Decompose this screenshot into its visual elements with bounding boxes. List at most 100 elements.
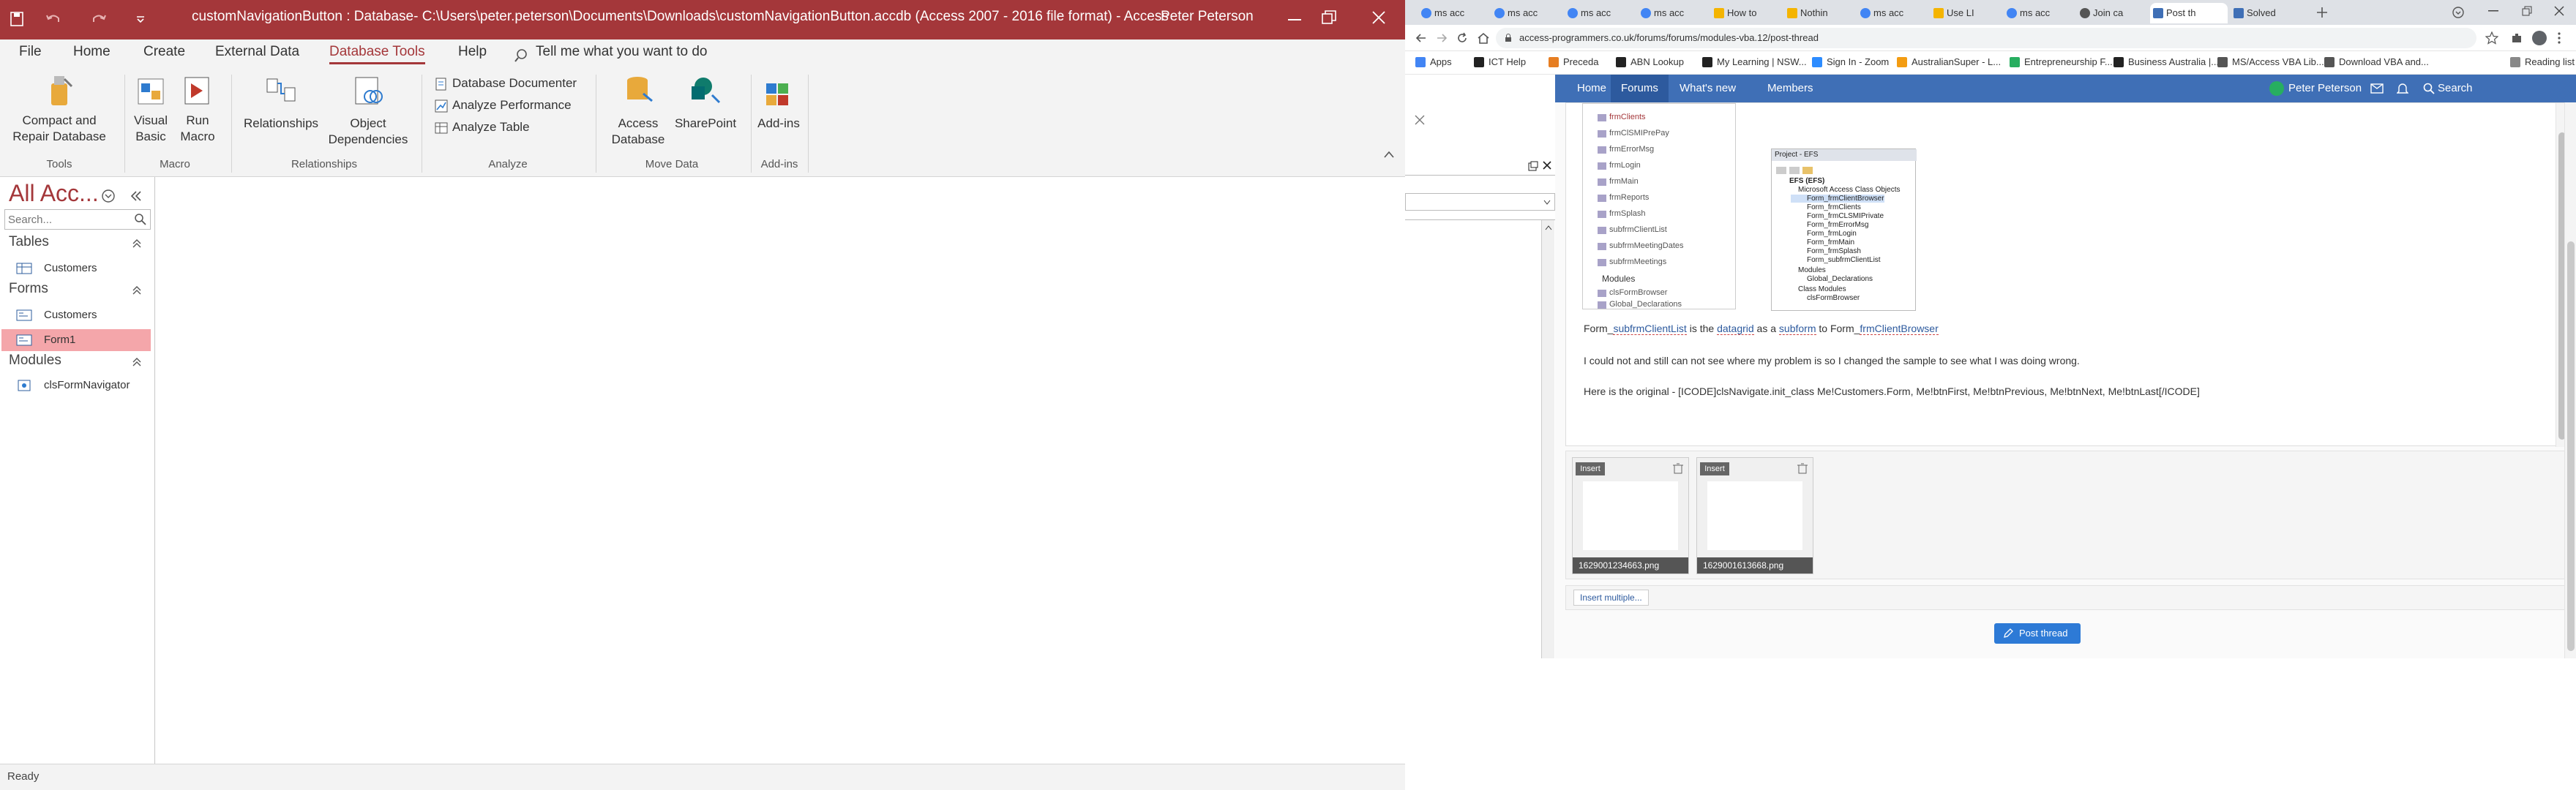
address-bar[interactable]: access-programmers.co.uk/forums/forums/m… — [1496, 28, 2476, 48]
visual-basic-button[interactable]: Visual Basic — [129, 73, 173, 152]
reload-icon[interactable] — [1456, 32, 1468, 44]
home-icon[interactable] — [1477, 32, 1490, 44]
collapse-section-icon[interactable] — [132, 238, 142, 249]
tab-create[interactable]: Create — [143, 44, 185, 60]
browser-tab[interactable]: Join ca — [2077, 3, 2147, 23]
browser-tab-active[interactable]: Post th — [2150, 3, 2228, 23]
nav-item-table-customers[interactable]: Customers — [13, 257, 152, 279]
redo-icon[interactable] — [91, 12, 107, 26]
tab-home[interactable]: Home — [73, 44, 111, 60]
add-ins-button[interactable]: Add-ins — [757, 73, 801, 152]
browser-tab[interactable]: Use LI — [1931, 3, 2001, 23]
post-editor[interactable]: frmClients frmClSMIPrePay frmErrorMsg fr… — [1565, 102, 2568, 447]
shutter-bar-icon[interactable] — [129, 189, 143, 203]
browser-tab[interactable]: ms acc — [1638, 3, 1708, 23]
close-icon[interactable] — [1371, 10, 1386, 25]
bookmark-business-australia[interactable]: Business Australia |... — [2113, 56, 2219, 67]
nav-item-form-customers[interactable]: Customers — [13, 304, 152, 326]
restore-icon[interactable] — [1322, 10, 1336, 25]
bookmark-ms-access-vba[interactable]: MS/Access VBA Lib... — [2217, 56, 2324, 67]
bookmark-australiansuper[interactable]: AustralianSuper - L... — [1897, 56, 2001, 67]
collapse-section-icon[interactable] — [132, 285, 142, 296]
alerts-bell-icon[interactable] — [2397, 82, 2408, 95]
nav-pane-header[interactable]: All Acc... — [9, 180, 99, 207]
profile-avatar[interactable] — [2532, 31, 2547, 45]
lock-icon[interactable] — [1505, 34, 1512, 42]
customize-toolbar-icon[interactable] — [136, 16, 145, 23]
forum-user-name[interactable]: Peter Peterson — [2288, 82, 2362, 94]
delete-attachment-icon[interactable] — [1672, 462, 1684, 474]
panel-scrollbar[interactable] — [1541, 220, 1554, 659]
page-scrollbar[interactable] — [2564, 102, 2576, 658]
browser-tab[interactable]: ms acc — [2004, 3, 2074, 23]
save-icon[interactable] — [10, 12, 23, 26]
bookmark-reading-list[interactable]: Reading list — [2510, 56, 2575, 67]
sharepoint-button[interactable]: SharePoint — [670, 73, 741, 152]
browser-tab[interactable]: Nothin — [1784, 3, 1854, 23]
browser-tab[interactable]: ms acc — [1565, 3, 1635, 23]
restore-icon[interactable] — [2522, 6, 2532, 16]
forward-icon[interactable] — [1436, 32, 1448, 44]
nav-item-module-clsformnavigator[interactable]: clsFormNavigator — [13, 375, 152, 396]
search-icon[interactable] — [134, 213, 147, 226]
tab-search-icon[interactable] — [2452, 6, 2465, 19]
bookmark-abn-lookup[interactable]: ABN Lookup — [1616, 56, 1684, 67]
browser-tab[interactable]: ms acc — [1491, 3, 1562, 23]
bookmark-apps[interactable]: Apps — [1415, 56, 1452, 67]
relationships-button[interactable]: Relationships — [239, 73, 323, 152]
tab-help[interactable]: Help — [458, 44, 487, 60]
bookmark-zoom[interactable]: Sign In - Zoom — [1812, 56, 1889, 67]
new-tab-icon[interactable] — [2315, 6, 2329, 19]
delete-attachment-icon[interactable] — [1797, 462, 1808, 474]
window-float-icon[interactable] — [1528, 161, 1538, 171]
tell-me-box[interactable]: Tell me what you want to do — [536, 44, 707, 60]
forum-nav-forums[interactable]: Forums — [1611, 75, 1669, 102]
close-icon[interactable] — [1414, 114, 1426, 126]
scroll-up-icon[interactable] — [1545, 225, 1552, 230]
minimize-icon[interactable] — [1288, 19, 1301, 22]
panel-combo-box[interactable] — [1405, 193, 1555, 211]
nav-search-input[interactable] — [8, 211, 125, 227]
nav-menu-dropdown-icon[interactable] — [101, 189, 116, 203]
minimize-icon[interactable] — [2488, 10, 2498, 13]
analyze-table-button[interactable]: Analyze Table — [435, 120, 530, 135]
search-icon[interactable] — [2423, 83, 2435, 94]
attachment-insert-button[interactable]: Insert — [1700, 462, 1729, 475]
forum-search-label[interactable]: Search — [2438, 82, 2473, 94]
attachment-thumbnail[interactable]: Insert 1629001234663.png — [1572, 457, 1689, 574]
nav-search-box[interactable] — [4, 209, 151, 230]
chevron-down-icon[interactable] — [1543, 200, 1551, 206]
browser-tab[interactable]: ms acc — [1857, 3, 1928, 23]
extensions-icon[interactable] — [2510, 31, 2523, 45]
browser-tab[interactable]: How to — [1711, 3, 1781, 23]
page-scrollbar-thumb[interactable] — [2567, 241, 2575, 651]
bookmark-star-icon[interactable] — [2485, 31, 2498, 45]
bookmark-entrepreneurship[interactable]: Entrepreneurship F... — [2010, 56, 2113, 67]
close-icon[interactable] — [1543, 161, 1551, 170]
attachment-thumbnail[interactable]: Insert 1629001613668.png — [1696, 457, 1813, 574]
tab-external-data[interactable]: External Data — [215, 44, 299, 60]
forum-nav-members[interactable]: Members — [1767, 82, 1813, 94]
collapse-section-icon[interactable] — [132, 357, 142, 367]
insert-multiple-button[interactable]: Insert multiple... — [1573, 590, 1649, 606]
user-name[interactable]: Peter Peterson — [1161, 9, 1254, 25]
nav-item-form1-selected[interactable]: Form1 — [1, 329, 151, 351]
browser-tab[interactable]: Solved — [2231, 3, 2301, 23]
analyze-performance-button[interactable]: Analyze Performance — [435, 98, 572, 113]
url-text[interactable]: access-programmers.co.uk/forums/forums/m… — [1519, 32, 1819, 43]
compact-repair-button[interactable]: Compact and Repair Database — [4, 73, 114, 152]
object-dependencies-button[interactable]: Object Dependencies — [326, 73, 410, 152]
tab-file[interactable]: File — [19, 44, 42, 60]
database-documenter-button[interactable]: Database Documenter — [435, 76, 577, 91]
forum-nav-home[interactable]: Home — [1577, 82, 1606, 94]
forum-nav-whats-new[interactable]: What's new — [1680, 82, 1736, 94]
more-menu-icon[interactable] — [2557, 31, 2561, 45]
attachment-insert-button[interactable]: Insert — [1576, 462, 1605, 475]
inbox-icon[interactable] — [2370, 83, 2384, 94]
access-database-button[interactable]: Access Database — [602, 73, 675, 152]
bookmark-ict-help[interactable]: ICT Help — [1474, 56, 1526, 67]
bookmark-download-vba[interactable]: Download VBA and... — [2324, 56, 2429, 67]
run-macro-button[interactable]: Run Macro — [176, 73, 220, 152]
browser-tab[interactable]: ms acc — [1418, 3, 1489, 23]
nav-section-tables[interactable]: Tables — [9, 234, 49, 250]
